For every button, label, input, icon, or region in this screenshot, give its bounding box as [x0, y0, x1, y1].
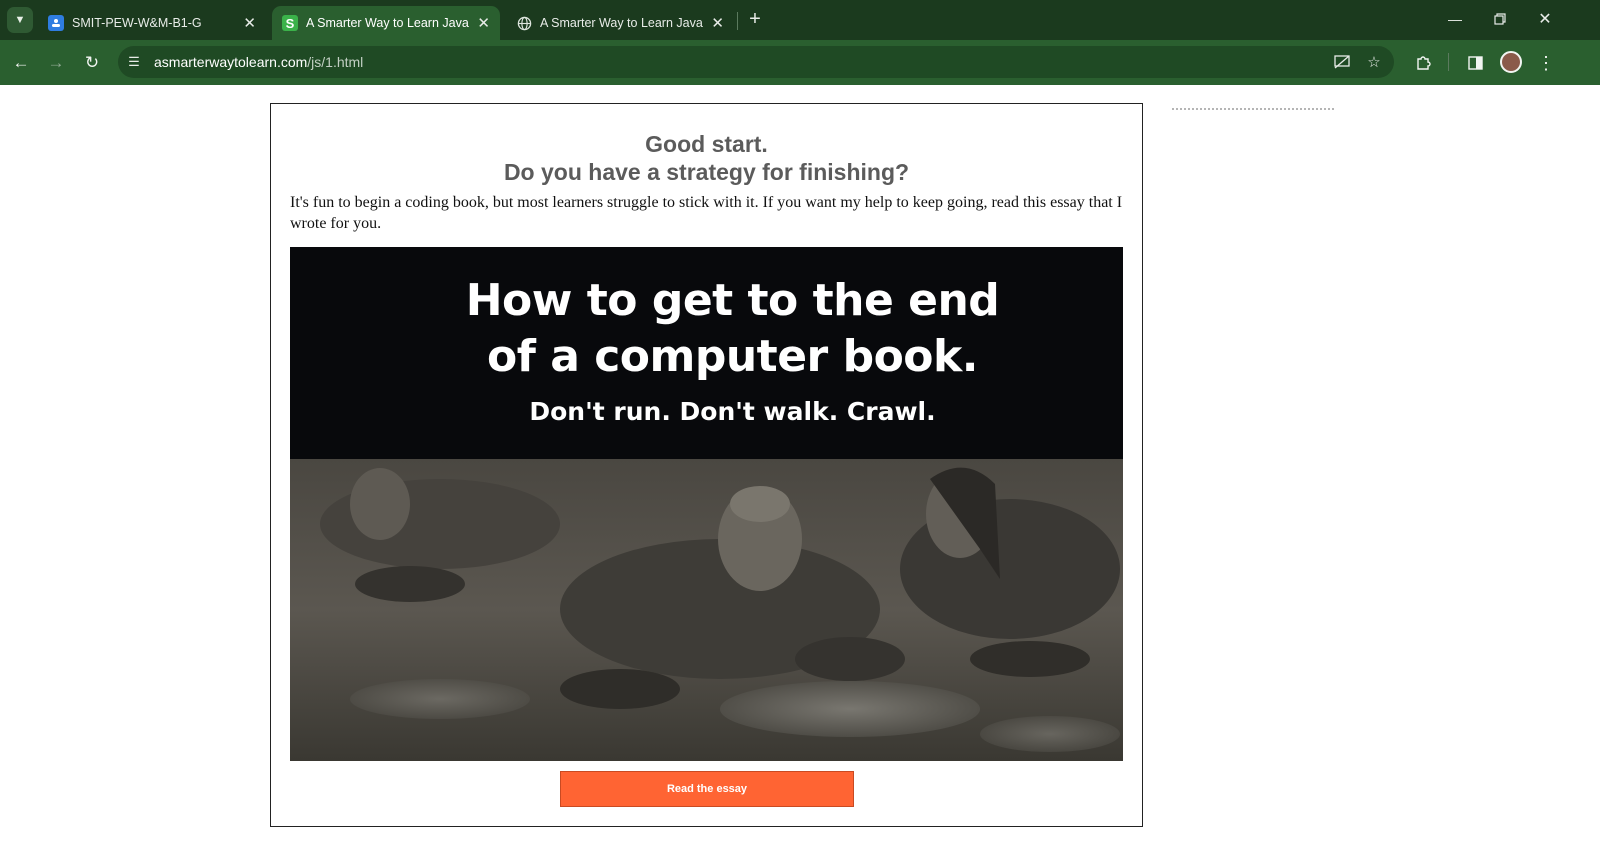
url-text: asmarterwaytolearn.com/js/1.html	[154, 54, 363, 70]
side-panel-button[interactable]	[1460, 48, 1490, 78]
new-tab-button[interactable]: +	[744, 8, 766, 30]
profile-avatar[interactable]	[1500, 51, 1522, 73]
close-window-button[interactable]: ✕	[1527, 4, 1563, 34]
back-button[interactable]: ←	[6, 48, 36, 78]
bookmark-star-icon[interactable]: ☆	[1363, 51, 1385, 73]
essay-banner-image[interactable]: How to get to the end of a computer book…	[290, 247, 1123, 761]
restore-icon	[1494, 13, 1506, 25]
tab-divider	[737, 12, 738, 30]
tab-title: A Smarter Way to Learn JavaScript	[540, 16, 703, 30]
banner-title-line-1: How to get to the end	[465, 275, 1000, 326]
tab-classroom[interactable]: SMIT-PEW-W&M-B1-G ✕	[38, 6, 266, 40]
arrow-right-icon: →	[47, 53, 65, 72]
toolbar-divider	[1448, 53, 1449, 71]
banner-text-area: How to get to the end of a computer book…	[290, 247, 1123, 459]
read-essay-button[interactable]: Read the essay	[560, 771, 854, 807]
url-path: /js/1.html	[307, 54, 364, 70]
close-icon[interactable]: ✕	[243, 14, 256, 32]
url-domain: asmarterwaytolearn.com	[154, 54, 308, 70]
page-heading: Good start. Do you have a strategy for f…	[271, 130, 1142, 186]
more-vertical-icon: ⋮	[1537, 52, 1555, 73]
close-icon[interactable]: ✕	[477, 14, 490, 32]
forward-button[interactable]: →	[41, 48, 71, 78]
address-bar[interactable]: ☰ asmarterwaytolearn.com/js/1.html ☆	[118, 46, 1394, 78]
smarter-way-icon: S	[282, 15, 298, 31]
tab-title: SMIT-PEW-W&M-B1-G	[72, 16, 202, 30]
tab-strip: ▼ SMIT-PEW-W&M-B1-G ✕ S A Smarter Way to…	[0, 0, 1600, 40]
heading-line-1: Good start.	[645, 131, 768, 157]
banner-subtitle: Don't run. Don't walk. Crawl.	[529, 397, 936, 426]
cast-off-icon[interactable]	[1331, 51, 1353, 73]
arrow-left-icon: ←	[12, 53, 30, 72]
globe-icon	[516, 15, 532, 31]
tab-title: A Smarter Way to Learn JavaScript	[306, 16, 469, 30]
close-icon: ✕	[1538, 11, 1552, 28]
extensions-button[interactable]	[1408, 48, 1438, 78]
site-settings-icon[interactable]: ☰	[123, 51, 145, 73]
tab-javascript[interactable]: A Smarter Way to Learn JavaScript ✕	[506, 6, 734, 40]
restore-button[interactable]	[1482, 4, 1518, 34]
minimize-icon: —	[1448, 11, 1462, 27]
sidebar-dotted-divider	[1172, 108, 1334, 110]
plus-icon: +	[749, 7, 761, 30]
menu-button[interactable]: ⋮	[1531, 48, 1561, 78]
mud-crawl-photo	[290, 459, 1123, 761]
banner-title-line-2: of a computer book.	[487, 331, 979, 382]
content-card: Good start. Do you have a strategy for f…	[270, 103, 1143, 827]
minimize-button[interactable]: —	[1437, 4, 1473, 34]
puzzle-icon	[1417, 56, 1431, 70]
chevron-down-icon: ▼	[14, 14, 26, 26]
side-panel-icon	[1467, 56, 1483, 70]
intro-text: It's fun to begin a coding book, but mos…	[290, 194, 1123, 232]
browser-toolbar: ← → ↻ ☰ asmarterwaytolearn.com/js/1.html…	[0, 40, 1600, 85]
close-icon[interactable]: ✕	[711, 14, 724, 32]
reload-button[interactable]: ↻	[77, 48, 107, 78]
google-classroom-icon	[48, 15, 64, 31]
reload-icon: ↻	[84, 53, 100, 72]
banner-title: How to get to the end of a computer book…	[390, 273, 1075, 385]
tab-search-button[interactable]: ▼	[7, 7, 33, 33]
heading-line-2: Do you have a strategy for finishing?	[503, 159, 910, 185]
tab-javascript-active[interactable]: S A Smarter Way to Learn JavaScript ✕	[272, 6, 500, 40]
